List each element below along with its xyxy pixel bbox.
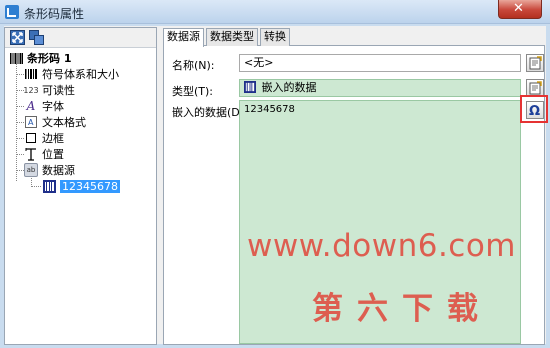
readability-icon: 123	[23, 85, 39, 95]
tree-guide	[16, 138, 24, 139]
tree-item-data-source[interactable]: ab 数据源	[24, 162, 75, 178]
tree-item-label: 文本格式	[42, 116, 86, 129]
tree-root[interactable]: 条形码 1	[9, 50, 71, 66]
barcode-symbology-icon	[24, 67, 38, 81]
tree-item-label: 边框	[42, 132, 64, 145]
close-icon: ✕	[513, 1, 524, 16]
border-icon	[24, 131, 38, 145]
tree-guide	[16, 106, 24, 107]
tab-data-source[interactable]: 数据源	[163, 28, 204, 47]
embedded-data-icon	[244, 81, 256, 93]
close-button[interactable]: ✕	[498, 0, 542, 19]
tree-item-border[interactable]: 边框	[24, 130, 64, 146]
tree-item-label: 符号体系和大小	[42, 68, 119, 81]
font-icon: A	[26, 99, 36, 113]
tree-guide	[16, 74, 24, 75]
collapse-icon[interactable]	[29, 30, 44, 45]
tree-item-label: 12345678	[60, 179, 120, 193]
tree-item-readability[interactable]: 123 可读性	[23, 82, 75, 98]
app-icon	[5, 5, 19, 19]
tree-guide	[31, 186, 41, 187]
tree-item-label: 字体	[42, 100, 64, 113]
tab-data-type[interactable]: 数据类型	[206, 28, 258, 46]
svg-text:A: A	[28, 118, 34, 127]
window-title: 条形码属性	[24, 7, 85, 21]
type-field[interactable]: 嵌入的数据	[239, 79, 521, 97]
type-value: 嵌入的数据	[261, 81, 317, 94]
name-field[interactable]: <无>	[239, 54, 521, 72]
tree-item-position[interactable]: 位置	[24, 146, 64, 162]
text-format-icon: A	[24, 115, 38, 129]
position-icon	[24, 147, 38, 161]
edit-icon	[529, 81, 542, 95]
highlight-box	[520, 95, 548, 123]
tree-item-text-format[interactable]: A 文本格式	[24, 114, 86, 130]
tree-guide	[16, 122, 24, 123]
title-bar: 条形码属性 ✕	[0, 0, 550, 24]
watermark-cn: 第六下载	[312, 291, 492, 327]
edit-icon	[529, 56, 542, 70]
tree-guide	[16, 170, 24, 171]
tree-item-font[interactable]: A 字体	[24, 98, 64, 114]
embedded-data-icon	[42, 179, 56, 193]
tree-item-label: 可读性	[42, 84, 75, 97]
tree-item-label: 数据源	[42, 164, 75, 177]
tree-item-symbology[interactable]: 符号体系和大小	[24, 66, 119, 82]
data-source-icon: ab	[24, 163, 38, 177]
tree-item-label: 位置	[42, 148, 64, 161]
watermark-url: www.down6.com	[247, 228, 517, 264]
tree-guide	[16, 154, 24, 155]
tree-toolbar	[5, 28, 156, 48]
tab-transform[interactable]: 转换	[260, 28, 290, 46]
expand-icon[interactable]	[10, 30, 25, 45]
embedded-data-label: 嵌入的数据(D):	[172, 106, 248, 119]
tree-panel: 条形码 1 符号体系和大小 123 可读性 A 字体 A 文本格式 边框 位置 …	[4, 27, 157, 345]
name-label: 名称(N):	[172, 59, 215, 72]
tree-root-label: 条形码 1	[27, 52, 72, 65]
type-label: 类型(T):	[172, 85, 214, 98]
barcode-icon	[9, 51, 23, 65]
name-browse-button[interactable]	[526, 54, 544, 72]
tree-item-embedded-data[interactable]: 12345678	[42, 178, 120, 194]
